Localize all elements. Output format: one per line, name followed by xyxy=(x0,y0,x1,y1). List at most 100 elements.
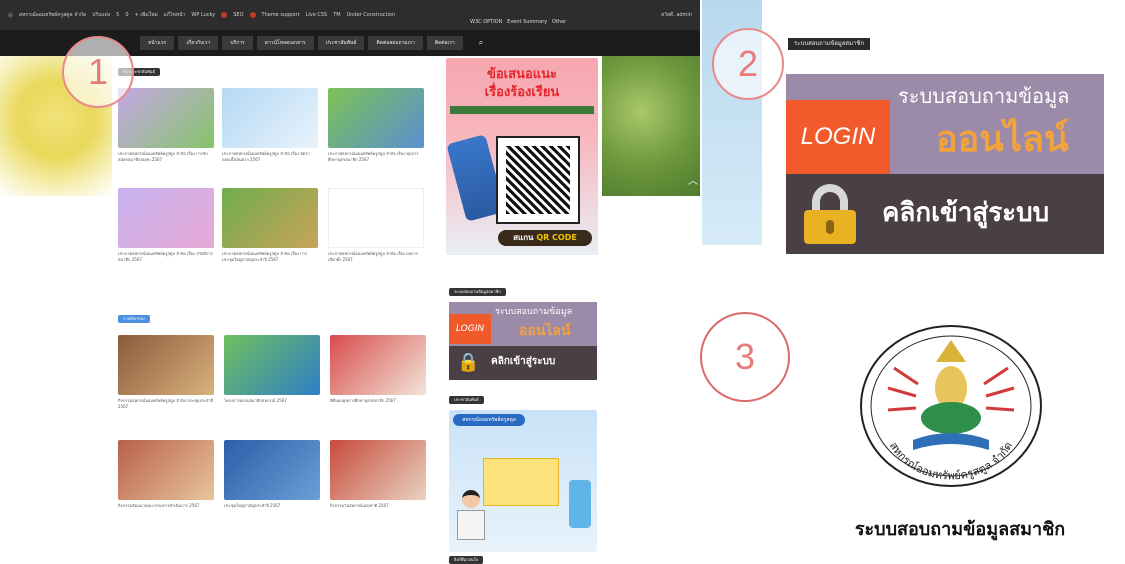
qr-banner-strip xyxy=(450,106,594,114)
scan-qr-label: สแกน QR CODE xyxy=(498,230,592,246)
admin-bar-item[interactable]: 5 xyxy=(116,12,119,18)
admin-bar-item[interactable]: SEO xyxy=(233,12,243,18)
activity-card[interactable]: กิจกรรมสหกรณ์ออมทรัพย์ครูสตูล จำกัด ประช… xyxy=(118,335,214,410)
chevron-up-icon[interactable]: ︿ xyxy=(688,172,698,187)
news-card[interactable]: ประกาศสหกรณ์ออมทรัพย์ครูสตูล จำกัด เรื่อ… xyxy=(118,88,214,163)
promo-banner[interactable]: สหกรณ์ออมทรัพย์ครูสตูล xyxy=(449,410,597,552)
news-card[interactable]: ประกาศสหกรณ์ออมทรัพย์ครูสตูล จำกัด เรื่อ… xyxy=(222,88,318,163)
admin-bar-item[interactable]: ปรับแต่ง xyxy=(92,11,110,19)
activity-caption[interactable]: กิจกรรมวันสหกรณ์แห่งชาติ 2567 xyxy=(330,503,426,509)
news-card[interactable]: ประกาศสหกรณ์ออมทรัพย์ครูสตูล จำกัด เรื่อ… xyxy=(328,188,424,263)
activity-caption[interactable]: กิจกรรมสหกรณ์ออมทรัพย์ครูสตูล จำกัด ประช… xyxy=(118,398,214,410)
admin-sub-item[interactable]: Event Summary xyxy=(507,19,547,25)
member-inquiry-caption: ระบบสอบถามข้อมูลสมาชิก xyxy=(854,519,1066,540)
admin-bar-item[interactable]: WP Lucky xyxy=(191,12,215,18)
admin-bar-item[interactable]: Under Construction xyxy=(347,12,396,18)
activity-card[interactable]: พิธีมอบทุนการศึกษาบุตรสมาชิก 2567 xyxy=(330,335,426,404)
callout-1: 1 xyxy=(62,36,134,108)
qr-title-line1: ข้อเสนอแนะ xyxy=(486,67,557,82)
admin-sub-item[interactable]: Other xyxy=(552,19,566,25)
activity-thumbnail[interactable] xyxy=(118,440,214,500)
activity-thumbnail[interactable] xyxy=(224,440,320,500)
activity-card[interactable]: ประชุมใหญ่สามัญประจำปี 2567 xyxy=(224,440,320,509)
news-caption[interactable]: ประกาศสหกรณ์ออมทรัพย์ครูสตูล จำกัด เรื่อ… xyxy=(118,251,214,263)
nav-item[interactable]: ติดต่อสอบถามเรา xyxy=(368,36,423,50)
nav-item[interactable]: ดาวน์โหลดเอกสาร xyxy=(256,36,314,50)
scan-prefix: สแกน xyxy=(513,233,534,242)
news-thumbnail[interactable] xyxy=(328,88,424,148)
activity-thumbnail[interactable] xyxy=(224,335,320,395)
person-illustration xyxy=(457,490,485,546)
login-button-label[interactable]: คลิกเข้าสู่ระบบ xyxy=(491,354,555,369)
activity-card[interactable]: กิจกรรมสัมมนาคณะกรรมการดำเนินการ 2567 xyxy=(118,440,214,509)
news-card[interactable]: ประกาศสหกรณ์ออมทรัพย์ครูสตูล จำกัด เรื่อ… xyxy=(222,188,318,263)
wordpress-icon[interactable]: ⓪ xyxy=(8,12,13,19)
admin-bar-item[interactable]: TM xyxy=(333,12,340,18)
callout-3: 3 xyxy=(700,312,790,402)
login-banner-bottom[interactable]: 🔒 คลิกเข้าสู่ระบบ xyxy=(449,346,597,380)
qr-title-line2: เรื่องร้องเรียน xyxy=(484,85,560,100)
nav-item[interactable]: บริการ xyxy=(222,36,253,50)
search-icon[interactable]: ⌕ xyxy=(479,38,483,48)
section-badge-login: ระบบสอบถามข้อมูลสมาชิก xyxy=(449,288,506,296)
admin-submenu: W3C OPTION Event Summary Other xyxy=(470,19,566,25)
section-badge-activities: ภาพกิจกรรม xyxy=(118,315,150,323)
news-thumbnail[interactable] xyxy=(222,188,318,248)
admin-bar-item[interactable]: สหกรณ์ออมทรัพย์ครูสตูล จำกัด xyxy=(19,11,86,19)
padlock-icon xyxy=(800,184,860,244)
news-card[interactable]: ประกาศสหกรณ์ออมทรัพย์ครูสตูล จำกัด เรื่อ… xyxy=(328,88,424,163)
admin-bar-item[interactable]: แก้ไขหน้า xyxy=(164,11,186,19)
qr-banner-title: ข้อเสนอแนะ เรื่องร้องเรียน xyxy=(446,66,598,102)
callout-2: 2 xyxy=(712,28,784,100)
news-caption[interactable]: ประกาศสหกรณ์ออมทรัพย์ครูสตูล จำกัด เรื่อ… xyxy=(222,251,318,263)
login-line1: ระบบสอบถามข้อมูล xyxy=(898,84,1070,108)
news-thumbnail[interactable] xyxy=(222,88,318,148)
news-thumbnail[interactable] xyxy=(328,188,424,248)
activity-card[interactable]: โครงการอบรมสมาชิกสหกรณ์ 2567 xyxy=(224,335,320,404)
activity-caption[interactable]: ประชุมใหญ่สามัญประจำปี 2567 xyxy=(224,503,320,509)
promo-info-box xyxy=(483,458,559,506)
admin-bar-item[interactable]: + เพิ่มใหม่ xyxy=(135,11,158,19)
activity-caption[interactable]: โครงการอบรมสมาชิกสหกรณ์ 2567 xyxy=(224,398,320,404)
member-login-banner[interactable]: ระบบสอบถามข้อมูลสมาชิก LOGIN ระบบสอบถามข… xyxy=(780,30,1125,262)
admin-account[interactable]: สวัสดี, admin xyxy=(661,11,692,19)
activity-caption[interactable]: พิธีมอบทุนการศึกษาบุตรสมาชิก 2567 xyxy=(330,398,426,404)
admin-bar: ⓪ สหกรณ์ออมทรัพย์ครูสตูล จำกัด ปรับแต่ง … xyxy=(0,0,700,30)
activity-thumbnail[interactable] xyxy=(330,440,426,500)
nav-item[interactable]: หน้าแรก xyxy=(140,36,175,50)
news-caption[interactable]: ประกาศสหกรณ์ออมทรัพย์ครูสตูล จำกัด เรื่อ… xyxy=(328,251,424,263)
news-caption[interactable]: ประกาศสหกรณ์ออมทรัพย์ครูสตูล จำกัด เรื่อ… xyxy=(222,151,318,163)
news-caption[interactable]: ประกาศสหกรณ์ออมทรัพย์ครูสตูล จำกัด เรื่อ… xyxy=(118,151,214,163)
activity-thumbnail[interactable] xyxy=(118,335,214,395)
admin-bar-item[interactable]: Live CSS xyxy=(306,12,328,18)
nav-item[interactable]: เกี่ยวกับเรา xyxy=(178,36,219,50)
member-login-banner-small[interactable]: LOGIN ระบบสอบถามข้อมูล ออนไลน์ 🔒 คลิกเข้… xyxy=(449,302,597,380)
login-line2: ออนไลน์ xyxy=(936,119,1069,160)
news-card[interactable]: ประกาศสหกรณ์ออมทรัพย์ครูสตูล จำกัด เรื่อ… xyxy=(118,188,214,263)
news-caption[interactable]: ประกาศสหกรณ์ออมทรัพย์ครูสตูล จำกัด เรื่อ… xyxy=(328,151,424,163)
news-thumbnail[interactable] xyxy=(118,88,214,148)
website-screenshot: ⓪ สหกรณ์ออมทรัพย์ครูสตูล จำกัด ปรับแต่ง … xyxy=(0,0,700,564)
qr-code[interactable] xyxy=(496,136,580,224)
cooperative-seal-logo[interactable]: สหกรณ์ออมทรัพย์ครูสตูล จำกัด xyxy=(858,322,1044,490)
complaint-qr-banner[interactable]: ข้อเสนอแนะ เรื่องร้องเรียน สแกน QR CODE xyxy=(446,58,598,255)
admin-bar-item[interactable]: 0 xyxy=(125,12,128,18)
login-label: LOGIN xyxy=(449,314,491,344)
activity-thumbnail[interactable] xyxy=(330,335,426,395)
login-button[interactable]: คลิกเข้าสู่ระบบ xyxy=(786,174,1104,254)
admin-bar-item[interactable]: Theme support xyxy=(262,12,300,18)
promo-header: สหกรณ์ออมทรัพย์ครูสตูล xyxy=(453,414,525,426)
login-line1: ระบบสอบถามข้อมูล xyxy=(495,307,573,317)
login-button-label[interactable]: คลิกเข้าสู่ระบบ xyxy=(882,192,1049,233)
scan-code: QR CODE xyxy=(536,233,577,242)
admin-sub-item[interactable]: W3C OPTION xyxy=(470,19,502,25)
activity-caption[interactable]: กิจกรรมสัมมนาคณะกรรมการดำเนินการ 2567 xyxy=(118,503,214,509)
notification-badge xyxy=(249,12,256,18)
section-badge-links: ลิงก์ที่น่าสนใจ xyxy=(449,556,483,564)
nav-item[interactable]: ติดต่อเรา xyxy=(426,36,463,50)
news-thumbnail[interactable] xyxy=(118,188,214,248)
nav-item[interactable]: ประชาสัมพันธ์ xyxy=(317,36,365,50)
login-line2: ออนไลน์ xyxy=(519,323,571,339)
lock-icon: 🔒 xyxy=(457,352,480,373)
activity-card[interactable]: กิจกรรมวันสหกรณ์แห่งชาติ 2567 xyxy=(330,440,426,509)
